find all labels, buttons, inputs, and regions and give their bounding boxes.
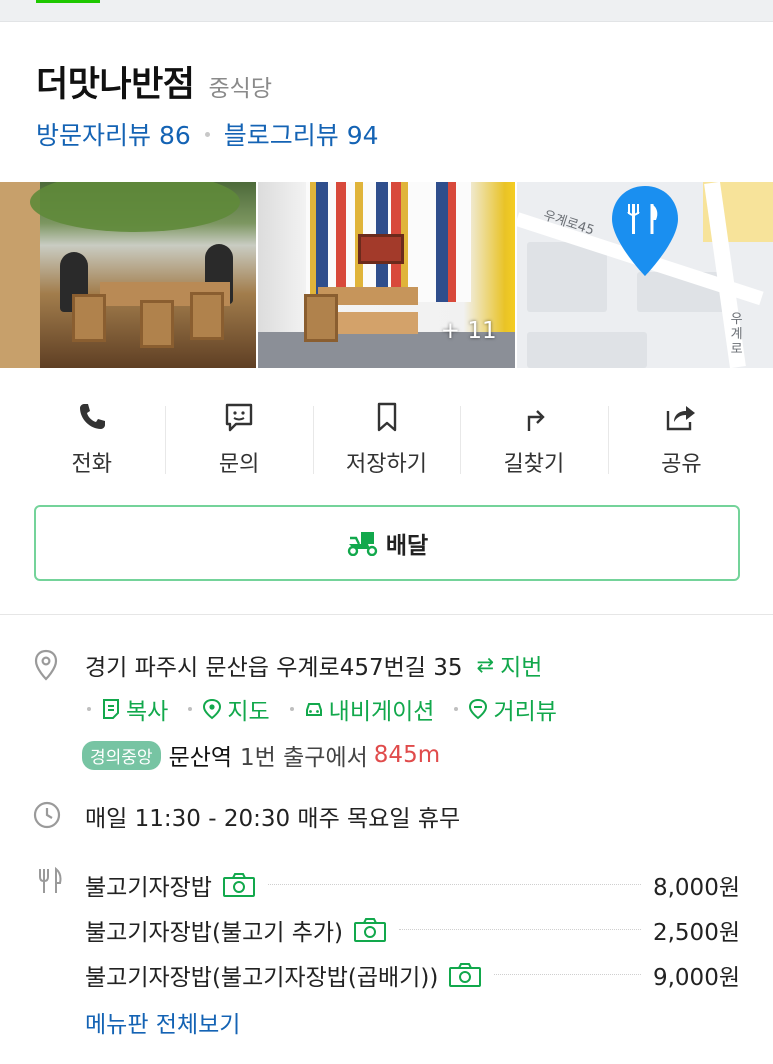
- delivery-button[interactable]: 배달: [34, 505, 740, 581]
- phone-icon: [79, 404, 105, 429]
- photo-chair: [190, 292, 224, 340]
- navigation-button[interactable]: 내비게이션: [304, 692, 435, 726]
- map-label: 지도: [227, 699, 270, 725]
- address-line: 경기 파주시 문산읍 우계로457번길 35 ⇄ 지번: [85, 648, 542, 682]
- subway-station: 문산역: [168, 745, 233, 771]
- navigation-label: 내비게이션: [328, 699, 435, 725]
- map-button[interactable]: 지도: [202, 692, 270, 726]
- save-label: 저장하기: [346, 452, 427, 477]
- streetview-pin-icon: [469, 698, 488, 720]
- restaurant-map-pin-icon: [611, 186, 678, 276]
- visitor-review-link[interactable]: 방문자리뷰 86: [36, 116, 191, 152]
- share-label: 공유: [661, 452, 702, 477]
- call-button[interactable]: 전화: [18, 398, 165, 482]
- share-button[interactable]: 공유: [607, 398, 755, 482]
- bookmark-icon: [377, 402, 396, 432]
- menu-item-name: 불고기자장밥(불고기자장밥(곱배기)): [85, 964, 439, 991]
- call-label: 전화: [71, 452, 112, 477]
- map-pin-icon: [203, 698, 222, 720]
- menu-item-name: 불고기자장밥(불고기 추가): [85, 919, 344, 946]
- menu-list: 불고기자장밥 8,000원 불고기자장밥(불고기 추가) 2,500원 불고기자…: [85, 862, 740, 997]
- save-button[interactable]: 저장하기: [312, 398, 460, 482]
- copy-label: 복사: [126, 699, 169, 725]
- photo-chair: [72, 294, 106, 342]
- separator-dot: [289, 707, 294, 711]
- map-road-label-vertical: 우계로: [730, 312, 743, 357]
- subway-distance: 845m: [373, 742, 441, 768]
- separator-dot: [454, 707, 459, 711]
- photo-table: [328, 312, 419, 334]
- subway-exit: 1번 출구에서: [240, 745, 368, 771]
- copy-icon: [103, 699, 119, 719]
- place-name: 더맛나반점: [36, 65, 195, 105]
- photo-chair: [140, 300, 174, 348]
- delivery-scooter-icon: [347, 532, 378, 556]
- menu-item-price: 9,000원: [652, 964, 740, 991]
- dotted-leader: [494, 974, 641, 975]
- camera-icon[interactable]: [222, 872, 256, 898]
- photo-strip: + 11 우계로45 우계로: [0, 182, 773, 368]
- subway-line-badge: 경의중앙: [82, 740, 161, 770]
- photo-chair: [304, 294, 339, 342]
- location-pin-icon: [34, 649, 58, 681]
- map-thumbnail[interactable]: 우계로45 우계로: [516, 182, 773, 368]
- share-icon: [667, 406, 696, 431]
- swap-arrows-icon: ⇄: [476, 653, 495, 677]
- dotted-leader: [399, 929, 641, 930]
- action-bar: 전화 문의 저장하기 길찾기 공유: [18, 398, 755, 482]
- directions-label: 길찾기: [503, 452, 565, 477]
- place-category: 중식당: [208, 76, 272, 102]
- active-tab-indicator: [36, 0, 100, 3]
- camera-icon[interactable]: [448, 962, 482, 988]
- menu-item-price: 2,500원: [652, 919, 740, 946]
- jibun-label: 지번: [500, 655, 543, 681]
- copy-address-button[interactable]: 복사: [101, 692, 168, 726]
- menu-item-price: 8,000원: [652, 874, 740, 901]
- top-tab-bar: [0, 0, 773, 22]
- car-icon: [305, 703, 322, 716]
- road-address: 경기 파주시 문산읍 우계로457번길 35: [85, 655, 463, 681]
- review-row: 방문자리뷰 86 블로그리뷰 94: [36, 116, 379, 152]
- chat-icon: [225, 403, 253, 432]
- blog-review-link[interactable]: 블로그리뷰 94: [224, 116, 379, 152]
- inquiry-button[interactable]: 문의: [165, 398, 312, 482]
- camera-icon[interactable]: [353, 917, 387, 943]
- business-hours: 매일 11:30 - 20:30 매주 목요일 휴무: [85, 806, 461, 832]
- jibun-toggle[interactable]: ⇄ 지번: [477, 648, 543, 682]
- directions-icon: [527, 410, 545, 431]
- menu-item[interactable]: 불고기자장밥(불고기자장밥(곱배기)) 9,000원: [85, 952, 740, 997]
- streetview-button[interactable]: 거리뷰: [468, 692, 557, 726]
- address-actions: 복사 지도 내비게이션 거리뷰: [85, 692, 575, 726]
- directions-button[interactable]: 길찾기: [460, 398, 607, 482]
- fork-knife-icon: [39, 866, 62, 893]
- photo-menu-board: [358, 234, 405, 264]
- menu-item[interactable]: 불고기자장밥(불고기 추가) 2,500원: [85, 907, 740, 952]
- restaurant-photo-1[interactable]: [0, 182, 257, 368]
- streetview-label: 거리뷰: [493, 699, 557, 725]
- view-full-menu-link[interactable]: 메뉴판 전체보기: [85, 1005, 240, 1039]
- map-block: [526, 242, 607, 312]
- separator-dot: [87, 707, 91, 711]
- more-photos-count[interactable]: + 11: [441, 318, 497, 344]
- inquiry-label: 문의: [218, 452, 260, 477]
- clock-icon: [33, 801, 61, 829]
- menu-item[interactable]: 불고기자장밥 8,000원: [85, 862, 740, 907]
- title-row: 더맛나반점 중식당: [36, 56, 272, 107]
- delivery-label: 배달: [385, 533, 429, 559]
- separator-dot: [204, 131, 210, 137]
- section-divider: [0, 614, 773, 615]
- photo-tree: [30, 182, 240, 232]
- separator-dot: [188, 707, 193, 711]
- restaurant-photo-2[interactable]: + 11: [258, 182, 515, 368]
- menu-item-name: 불고기자장밥: [85, 874, 212, 901]
- subway-info: 경의중앙 문산역 1번 출구에서 845m: [82, 738, 440, 772]
- dotted-leader: [267, 884, 641, 885]
- map-block: [526, 332, 647, 368]
